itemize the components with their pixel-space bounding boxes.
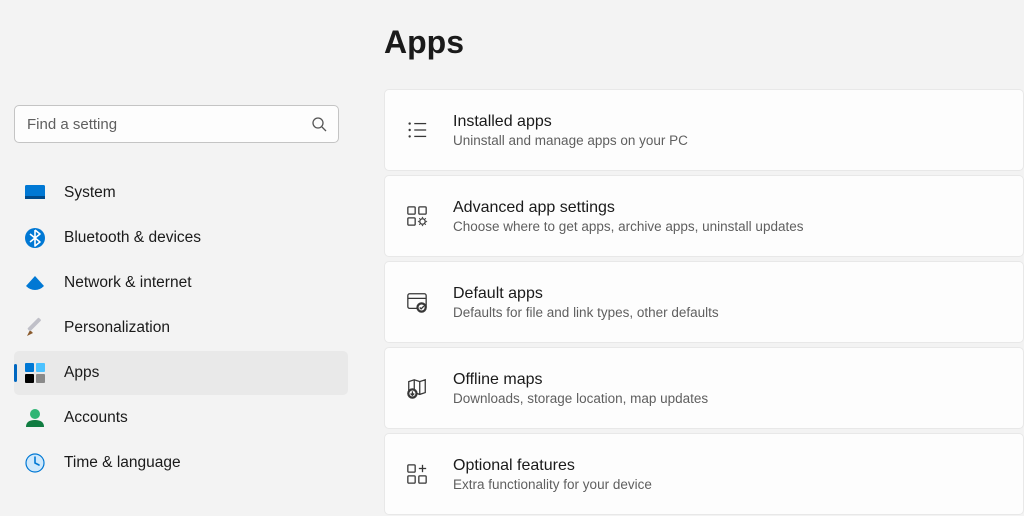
- sidebar-item-apps[interactable]: Apps: [14, 351, 348, 395]
- card-installed-apps[interactable]: Installed apps Uninstall and manage apps…: [384, 89, 1024, 171]
- card-desc: Choose where to get apps, archive apps, …: [453, 219, 803, 234]
- sidebar: System Bluetooth & devices Network: [0, 0, 360, 516]
- main-content: Apps Installed apps Uninstall and manag: [360, 0, 1024, 516]
- card-title: Advanced app settings: [453, 199, 803, 217]
- grid-plus-icon: [405, 462, 429, 486]
- grid-gear-icon: [405, 204, 429, 228]
- sidebar-item-label: Time & language: [64, 454, 181, 472]
- sidebar-item-time-language[interactable]: Time & language: [14, 441, 348, 485]
- sidebar-item-label: Network & internet: [64, 274, 192, 292]
- system-icon: [24, 182, 46, 204]
- sidebar-item-label: Bluetooth & devices: [64, 229, 201, 247]
- list-icon: [405, 118, 429, 142]
- card-advanced-app-settings[interactable]: Advanced app settings Choose where to ge…: [384, 175, 1024, 257]
- map-download-icon: [405, 376, 429, 400]
- window-check-icon: [405, 290, 429, 314]
- search-container: [14, 105, 339, 143]
- nav-list: System Bluetooth & devices Network: [14, 171, 348, 485]
- sidebar-item-label: System: [64, 184, 116, 202]
- paintbrush-icon: [24, 317, 46, 339]
- sidebar-item-bluetooth[interactable]: Bluetooth & devices: [14, 216, 348, 260]
- bluetooth-icon: [24, 227, 46, 249]
- card-desc: Uninstall and manage apps on your PC: [453, 133, 688, 148]
- card-text: Default apps Defaults for file and link …: [453, 285, 719, 320]
- apps-icon: [24, 362, 46, 384]
- card-title: Offline maps: [453, 371, 708, 389]
- cards-list: Installed apps Uninstall and manage apps…: [384, 89, 1024, 515]
- wifi-icon: [24, 272, 46, 294]
- card-offline-maps[interactable]: Offline maps Downloads, storage location…: [384, 347, 1024, 429]
- clock-globe-icon: [24, 452, 46, 474]
- card-optional-features[interactable]: Optional features Extra functionality fo…: [384, 433, 1024, 515]
- card-desc: Defaults for file and link types, other …: [453, 305, 719, 320]
- sidebar-item-network[interactable]: Network & internet: [14, 261, 348, 305]
- card-title: Default apps: [453, 285, 719, 303]
- sidebar-item-label: Accounts: [64, 409, 128, 427]
- sidebar-item-accounts[interactable]: Accounts: [14, 396, 348, 440]
- sidebar-item-system[interactable]: System: [14, 171, 348, 215]
- card-desc: Extra functionality for your device: [453, 477, 652, 492]
- card-text: Installed apps Uninstall and manage apps…: [453, 113, 688, 148]
- card-text: Offline maps Downloads, storage location…: [453, 371, 708, 406]
- card-title: Optional features: [453, 457, 652, 475]
- card-text: Optional features Extra functionality fo…: [453, 457, 652, 492]
- sidebar-item-label: Personalization: [64, 319, 170, 337]
- card-desc: Downloads, storage location, map updates: [453, 391, 708, 406]
- card-title: Installed apps: [453, 113, 688, 131]
- sidebar-item-personalization[interactable]: Personalization: [14, 306, 348, 350]
- search-input[interactable]: [14, 105, 339, 143]
- card-text: Advanced app settings Choose where to ge…: [453, 199, 803, 234]
- sidebar-item-label: Apps: [64, 364, 99, 382]
- page-title: Apps: [384, 24, 1024, 61]
- accounts-icon: [24, 407, 46, 429]
- card-default-apps[interactable]: Default apps Defaults for file and link …: [384, 261, 1024, 343]
